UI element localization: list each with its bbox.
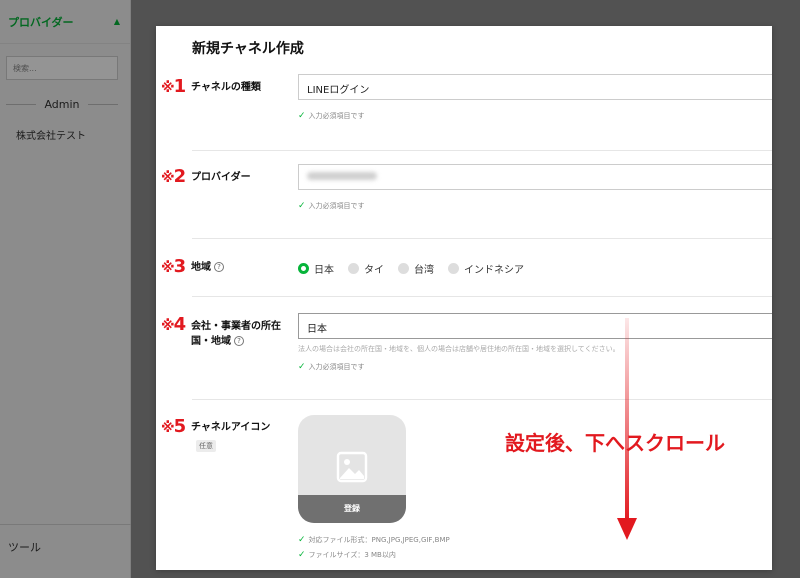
channel-type-label: チャネルの種類: [191, 82, 261, 93]
divider: [192, 296, 772, 297]
provider-label: プロバイダー: [191, 172, 251, 183]
modal-title: 新規チャネル作成: [192, 41, 304, 57]
channel-icon-upload[interactable]: 登録: [298, 415, 406, 523]
file-format-note: ✓ 対応ファイル形式：PNG,JPG,JPEG,GIF,BMP: [298, 535, 450, 545]
check-icon: ✓: [298, 362, 306, 372]
check-icon: ✓: [298, 535, 306, 545]
company-location-hint: 法人の場合は会社の所在国・地域を、個人の場合は店舗や居住地の所在国・地域を選択し…: [298, 345, 620, 353]
divider: [192, 238, 772, 239]
company-location-select[interactable]: 日本: [298, 313, 772, 339]
image-placeholder-icon: [336, 451, 368, 483]
divider: [192, 399, 772, 400]
new-channel-modal: 新規チャネル作成 ※1 チャネルの種類 LINEログイン ✓ 入力必須項目です …: [156, 26, 772, 570]
marker-3: ※3: [161, 256, 186, 277]
radio-icon: [348, 263, 359, 274]
register-icon-button[interactable]: 登録: [298, 495, 406, 523]
radio-icon: [398, 263, 409, 274]
redacted-provider-value: [307, 172, 377, 180]
radio-selected-icon: [298, 263, 309, 274]
check-icon: ✓: [298, 111, 306, 121]
scroll-down-arrow-icon: [617, 318, 637, 540]
check-icon: ✓: [298, 550, 306, 560]
region-option-taiwan[interactable]: 台湾: [398, 261, 434, 276]
help-icon[interactable]: ?: [234, 336, 244, 346]
marker-2: ※2: [161, 166, 186, 187]
provider-select[interactable]: [298, 164, 772, 190]
company-location-validation: ✓ 入力必須項目です: [298, 362, 365, 372]
channel-icon-label: チャネルアイコン: [191, 422, 271, 433]
company-location-label: 会社・事業者の所在 国・地域?: [191, 321, 281, 347]
check-icon: ✓: [298, 201, 306, 211]
file-size-note: ✓ ファイルサイズ：3 MB以内: [298, 550, 396, 560]
region-radio-group: 日本 タイ 台湾 インドネシア: [298, 261, 524, 276]
divider: [192, 150, 772, 151]
channel-type-select[interactable]: LINEログイン: [298, 74, 772, 100]
help-icon[interactable]: ?: [214, 262, 224, 272]
channel-type-validation: ✓ 入力必須項目です: [298, 111, 365, 121]
region-option-thailand[interactable]: タイ: [348, 261, 384, 276]
optional-badge: 任意: [196, 440, 216, 452]
region-option-indonesia[interactable]: インドネシア: [448, 261, 524, 276]
region-label: 地域?: [191, 260, 224, 275]
marker-4: ※4: [161, 314, 186, 335]
region-option-japan[interactable]: 日本: [298, 261, 334, 276]
marker-5: ※5: [161, 416, 186, 437]
marker-1: ※1: [161, 76, 186, 97]
provider-validation: ✓ 入力必須項目です: [298, 201, 365, 211]
radio-icon: [448, 263, 459, 274]
